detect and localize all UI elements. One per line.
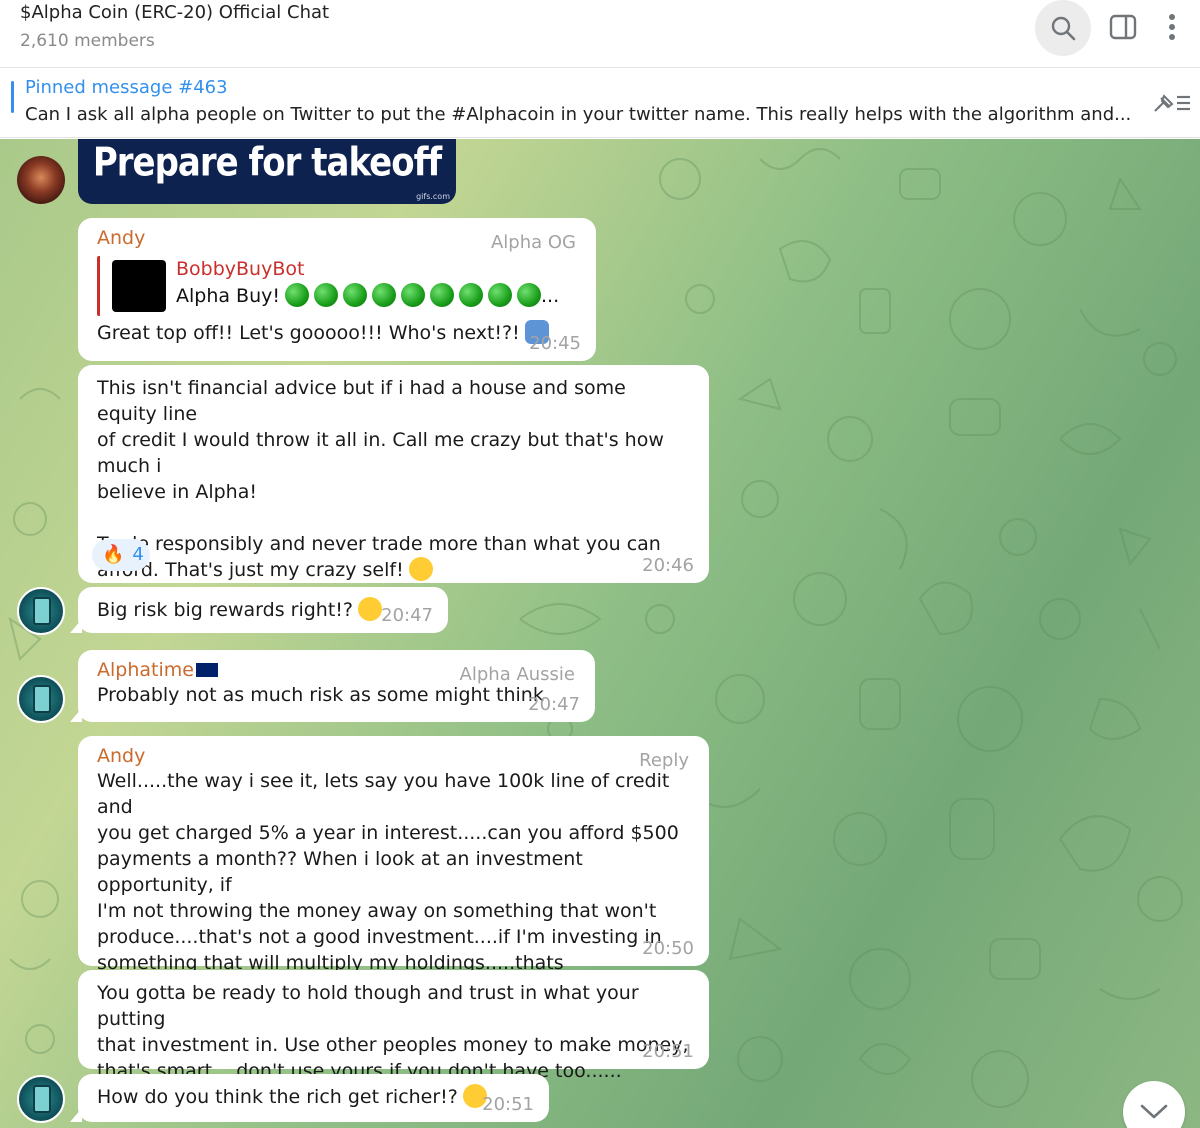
green-circle-icon <box>343 283 367 307</box>
user-avatar[interactable] <box>17 675 65 723</box>
message-body: Great top off!! Let's gooooo!!! Who's ne… <box>97 322 520 344</box>
reply-preview[interactable]: BobbyBuyBot Alpha Buy!... <box>97 256 577 316</box>
pinned-message-bar[interactable]: Pinned message #463 Can I ask all alpha … <box>0 68 1200 138</box>
message-time: 20:46 <box>642 555 694 576</box>
pinned-text[interactable]: Can I ask all alpha people on Twitter to… <box>25 104 1135 125</box>
message-bubble[interactable]: Big risk big rewards right!? 20:47 <box>70 587 448 633</box>
chat-title[interactable]: $Alpha Coin (ERC-20) Official Chat <box>20 2 329 23</box>
member-count: 2,610 members <box>20 31 155 51</box>
message-bubble[interactable]: Andy Alpha OG BobbyBuyBot Alpha Buy!... … <box>78 218 596 361</box>
message-time: 20:47 <box>528 694 580 715</box>
fire-emoji-icon: 🔥 <box>102 544 125 565</box>
user-avatar[interactable] <box>17 156 65 204</box>
message-time: 20:51 <box>642 1041 694 1062</box>
reply-thumbnail <box>112 260 166 312</box>
grinning-sweat-emoji-icon <box>408 557 433 581</box>
side-panel-button[interactable] <box>1100 4 1146 50</box>
green-circle-icon <box>401 283 425 307</box>
gif-caption: Prepare for takeoff <box>92 140 442 186</box>
bubble-tail <box>70 708 82 722</box>
reply-text: Alpha Buy!... <box>176 283 559 309</box>
pinned-title[interactable]: Pinned message #463 <box>25 77 228 98</box>
message-bubble[interactable]: Alphatime Alpha Aussie Probably not as m… <box>70 650 595 722</box>
reply-button[interactable]: Reply <box>639 748 689 774</box>
message-bubble[interactable]: Andy Reply Well.....the way i see it, le… <box>78 736 709 1026</box>
reply-ellipsis: ... <box>541 285 560 307</box>
pin-list-icon <box>1154 94 1190 112</box>
sender-name: Alphatime <box>97 659 194 681</box>
green-circle-icon <box>314 283 338 307</box>
message-text: You gotta be ready to hold though and tr… <box>97 982 689 1082</box>
user-avatar[interactable] <box>17 587 65 635</box>
message-body: How do you think the rich get richer!? <box>97 1086 458 1108</box>
green-circle-icon <box>517 283 541 307</box>
chat-area[interactable]: Prepare for takeoff gifs.com Andy Alpha … <box>0 139 1200 1128</box>
message-text: Big risk big rewards right!? <box>97 597 429 623</box>
message-time: 20:50 <box>642 938 694 959</box>
green-circle-icon <box>285 283 309 307</box>
sidebar-toggle-icon <box>1109 14 1137 40</box>
message-time: 20:45 <box>529 333 581 354</box>
user-avatar[interactable] <box>17 1075 65 1123</box>
message-bubble[interactable]: You gotta be ready to hold though and tr… <box>78 970 709 1082</box>
bubble-tail <box>70 619 82 633</box>
more-vertical-icon <box>1169 14 1175 40</box>
reaction-chip[interactable]: 🔥 4 <box>92 539 150 571</box>
chevron-down-icon <box>1140 1104 1168 1119</box>
reaction-count: 4 <box>132 544 144 565</box>
message-time: 20:47 <box>381 605 433 626</box>
sender-rank-badge: Alpha OG <box>490 232 576 253</box>
chat-header: $Alpha Coin (ERC-20) Official Chat 2,610… <box>0 0 1200 68</box>
message-bubble[interactable]: This isn't financial advice but if i had… <box>78 365 709 583</box>
search-button[interactable] <box>1035 0 1091 56</box>
green-circle-icon <box>488 283 512 307</box>
message-text: This isn't financial advice but if i had… <box>97 375 690 583</box>
gif-credit: gifs.com <box>416 192 450 201</box>
message-body: Big risk big rewards right!? <box>97 599 353 621</box>
search-icon <box>1051 16 1076 41</box>
message-sender[interactable]: Andy <box>97 744 690 768</box>
avatar-card-icon <box>33 597 51 625</box>
australia-flag-icon <box>195 663 218 677</box>
sender-rank-badge: Alpha Aussie <box>459 664 575 685</box>
more-menu-button[interactable] <box>1152 4 1192 50</box>
green-circle-icon <box>430 283 454 307</box>
pinned-list-button[interactable] <box>1150 88 1194 118</box>
sunglasses-emoji-icon <box>357 597 382 621</box>
message-text: How do you think the rich get richer!? <box>97 1084 530 1110</box>
message-time: 20:51 <box>482 1094 534 1115</box>
avatar-card-icon <box>33 1085 51 1113</box>
reply-sender: BobbyBuyBot <box>176 258 305 280</box>
message-bubble[interactable]: How do you think the rich get richer!? 2… <box>70 1074 549 1122</box>
bubble-tail <box>70 1108 82 1122</box>
green-circle-icon <box>372 283 396 307</box>
message-body: This isn't financial advice but if i had… <box>97 377 664 581</box>
reply-body: Alpha Buy! <box>176 285 280 307</box>
avatar-card-icon <box>33 685 51 713</box>
green-circle-icon <box>459 283 483 307</box>
message-text: Great top off!! Let's gooooo!!! Who's ne… <box>97 320 577 346</box>
gif-message[interactable]: Prepare for takeoff gifs.com <box>78 139 456 204</box>
pinned-indicator <box>11 81 14 113</box>
